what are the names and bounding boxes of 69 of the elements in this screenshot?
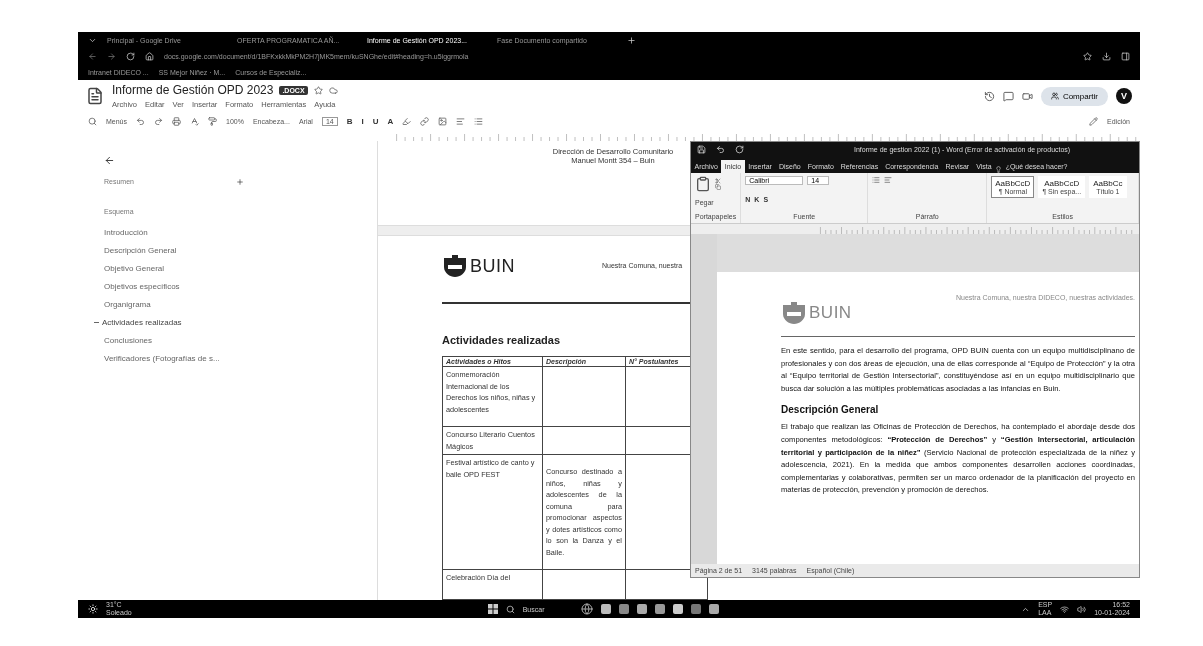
app-icon[interactable] <box>654 604 665 614</box>
comment-icon[interactable] <box>1002 90 1014 102</box>
outline-item[interactable]: Objetivos específicos <box>104 277 377 295</box>
outline-item[interactable]: Organigrama <box>104 295 377 313</box>
start-icon[interactable] <box>487 604 498 614</box>
outline-item[interactable]: Actividades realizadas <box>94 313 377 331</box>
outline-item[interactable]: Introducción <box>104 223 377 241</box>
video-icon[interactable] <box>1021 90 1033 102</box>
history-icon[interactable] <box>983 90 995 102</box>
save-icon[interactable] <box>697 144 706 154</box>
redo-icon[interactable] <box>154 117 163 126</box>
outline-item[interactable]: Conclusiones <box>104 331 377 349</box>
document-icon[interactable] <box>86 87 104 105</box>
list-icon[interactable] <box>474 117 484 126</box>
star-icon[interactable] <box>313 85 323 95</box>
outline-item[interactable]: Verificadores (Fotografías de s... <box>104 349 377 367</box>
back-arrow-icon[interactable] <box>104 155 115 166</box>
section-heading: Actividades realizadas <box>442 334 561 346</box>
undo-icon[interactable] <box>136 117 145 126</box>
download-icon[interactable] <box>1102 51 1111 61</box>
outline-item[interactable]: Descripción General <box>104 241 377 259</box>
add-icon[interactable] <box>236 178 244 186</box>
app-icon[interactable] <box>636 604 647 614</box>
app-icon[interactable] <box>600 604 611 614</box>
speaker-icon[interactable] <box>1077 604 1087 614</box>
shield-logo-icon <box>781 301 808 325</box>
document-title[interactable]: Informe de Gestión OPD 2023 <box>112 83 274 97</box>
image-icon[interactable] <box>438 117 448 126</box>
outline-item[interactable]: Objetivo General <box>104 259 377 277</box>
side-panel-icon[interactable] <box>1121 51 1130 61</box>
reload-icon[interactable] <box>126 51 135 61</box>
align-icon[interactable] <box>456 117 466 126</box>
bullets-icon[interactable] <box>872 176 881 184</box>
app-icon[interactable] <box>618 604 629 614</box>
search-icon[interactable] <box>505 604 515 614</box>
people-icon <box>1050 92 1059 100</box>
share-button[interactable]: Compartir <box>1040 86 1108 106</box>
undo-icon[interactable] <box>716 144 725 154</box>
avatar[interactable]: V <box>1116 88 1132 104</box>
lightbulb-icon[interactable] <box>995 166 1003 173</box>
paint-format-icon[interactable] <box>208 117 217 126</box>
format-button[interactable]: I <box>361 117 364 126</box>
logo-text: BUIN <box>809 303 852 323</box>
app-icon[interactable] <box>672 604 683 614</box>
spellcheck-icon[interactable] <box>190 117 199 126</box>
copy-icon[interactable] <box>715 184 721 190</box>
cut-icon[interactable] <box>715 178 721 184</box>
home-icon[interactable] <box>145 51 154 61</box>
align-icon[interactable] <box>884 176 893 184</box>
section-heading: Descripción General <box>781 404 880 416</box>
highlight-icon[interactable] <box>402 117 412 126</box>
link-icon[interactable] <box>420 117 430 126</box>
back-icon[interactable] <box>88 51 97 61</box>
clipboard-icon[interactable] <box>695 176 711 192</box>
format-button[interactable]: A <box>387 117 394 126</box>
forward-icon[interactable] <box>107 51 116 61</box>
new-tab-icon[interactable] <box>627 35 636 45</box>
format-button[interactable]: U <box>372 117 379 126</box>
shield-logo-icon <box>442 254 468 278</box>
weather-icon[interactable] <box>88 604 98 614</box>
cloud-icon[interactable] <box>328 85 338 95</box>
globe-icon[interactable] <box>580 603 593 615</box>
print-icon[interactable] <box>172 117 181 126</box>
app-icon[interactable] <box>708 604 719 614</box>
wifi-icon[interactable] <box>1060 604 1070 614</box>
logo-text: BUIN <box>470 255 515 277</box>
search-icon[interactable] <box>88 117 97 126</box>
format-button[interactable]: B <box>346 117 353 126</box>
redo-icon[interactable] <box>735 144 744 154</box>
